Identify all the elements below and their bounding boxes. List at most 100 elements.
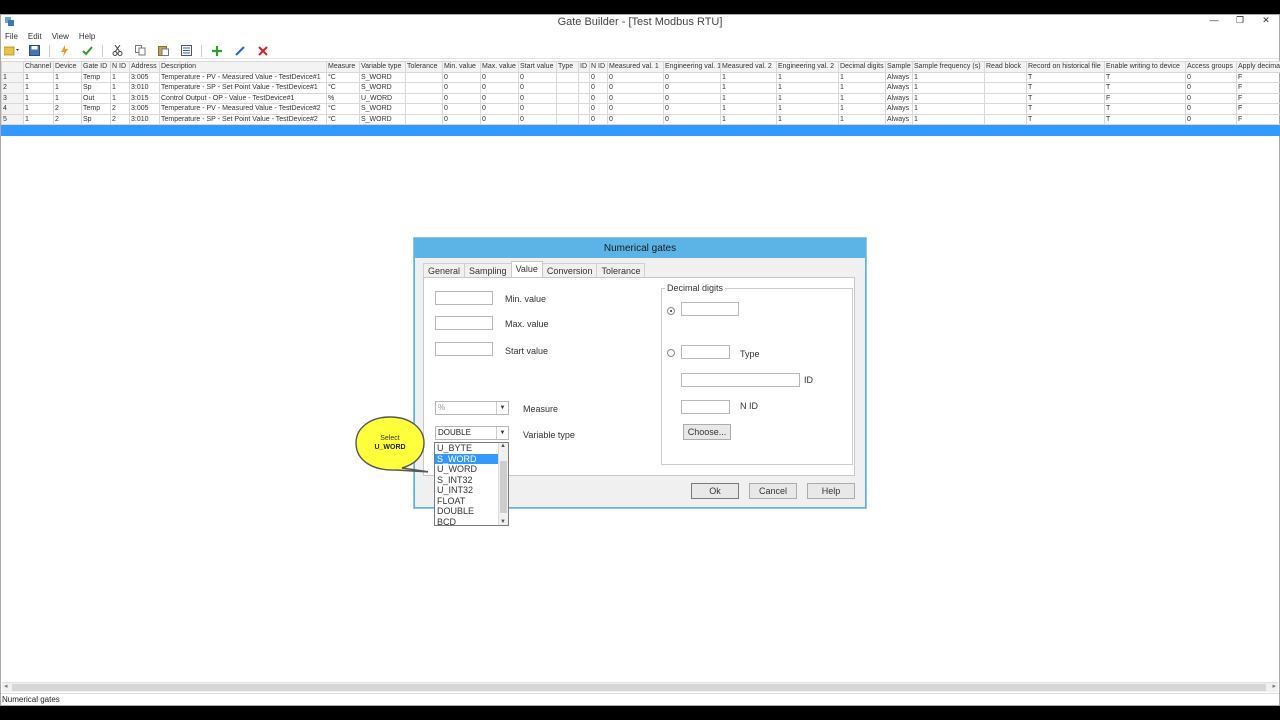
- lightning-icon[interactable]: [56, 44, 73, 57]
- grid-cell[interactable]: [607, 124, 664, 136]
- grid-cell[interactable]: 0: [589, 103, 608, 115]
- grid-cell[interactable]: Always: [885, 71, 913, 83]
- grid-cell[interactable]: Temperature - SP - Set Point Value - Tes…: [159, 113, 327, 125]
- grid-cell[interactable]: 1: [776, 103, 839, 115]
- grid-cell[interactable]: F: [1236, 92, 1280, 104]
- grid-cell[interactable]: 1: [720, 92, 777, 104]
- grid-cell[interactable]: Always: [885, 103, 913, 115]
- column-header[interactable]: Read block: [984, 61, 1027, 73]
- row-number[interactable]: 4: [1, 103, 24, 115]
- minimize-button[interactable]: —: [1207, 15, 1221, 26]
- column-header[interactable]: Start value: [518, 61, 557, 73]
- grid-cell[interactable]: 0: [442, 113, 481, 125]
- add-icon[interactable]: [208, 44, 225, 57]
- grid-cell[interactable]: [1, 124, 24, 136]
- grid-cell[interactable]: [129, 124, 160, 136]
- option-s-word[interactable]: S_WORD: [435, 453, 498, 464]
- grid-cell[interactable]: 3:005: [129, 71, 160, 83]
- grid-cell[interactable]: T: [1104, 82, 1186, 94]
- grid-cell[interactable]: [480, 124, 519, 136]
- grid-cell[interactable]: T: [1026, 113, 1105, 125]
- grid-cell[interactable]: 1: [776, 71, 839, 83]
- grid-cell[interactable]: S_WORD: [359, 103, 406, 115]
- max-value-input[interactable]: [435, 316, 493, 330]
- grid-cell[interactable]: 1: [912, 82, 985, 94]
- column-header[interactable]: Address: [129, 61, 160, 73]
- grid-cell[interactable]: [984, 124, 1027, 136]
- grid-cell[interactable]: Control Output - OP - Value - TestDevice…: [159, 92, 327, 104]
- close-button[interactable]: ✕: [1259, 15, 1273, 26]
- ok-button[interactable]: Ok: [691, 483, 739, 499]
- table-row[interactable]: 5 1 2 Sp 2 3:010 Temperature - SP - Set Point …: [1, 113, 1280, 125]
- grid-cell[interactable]: [578, 103, 590, 115]
- grid-cell[interactable]: [556, 124, 579, 136]
- grid-cell[interactable]: 0: [480, 103, 519, 115]
- grid-cell[interactable]: 1: [110, 71, 130, 83]
- grid-cell[interactable]: [776, 124, 839, 136]
- grid-cell[interactable]: 1: [720, 113, 777, 125]
- grid-cell[interactable]: [578, 92, 590, 104]
- column-header[interactable]: N ID: [589, 61, 608, 73]
- column-header[interactable]: Channel: [23, 61, 54, 73]
- grid-cell[interactable]: Temperature - PV - Measured Value - Test…: [159, 103, 327, 115]
- grid-cell[interactable]: T: [1026, 71, 1105, 83]
- grid-cell[interactable]: 1: [912, 113, 985, 125]
- grid-cell[interactable]: 1: [53, 71, 82, 83]
- horizontal-scrollbar[interactable]: ◂ ▸: [2, 682, 1278, 692]
- grid-cell[interactable]: [984, 103, 1027, 115]
- option-u-word[interactable]: U_WORD: [435, 464, 498, 475]
- grid-cell[interactable]: Always: [885, 92, 913, 104]
- grid-cell[interactable]: [578, 113, 590, 125]
- grid-cell[interactable]: 2: [53, 103, 82, 115]
- grid-cell[interactable]: 0: [518, 92, 557, 104]
- grid-cell[interactable]: 0: [589, 82, 608, 94]
- grid-cell[interactable]: [578, 124, 590, 136]
- grid-cell[interactable]: [885, 124, 913, 136]
- grid-cell[interactable]: °C: [326, 82, 360, 94]
- grid-cell[interactable]: 1: [53, 82, 82, 94]
- grid-cell[interactable]: °C: [326, 113, 360, 125]
- grid-cell[interactable]: S_WORD: [359, 82, 406, 94]
- grid-cell[interactable]: [556, 82, 579, 94]
- column-header[interactable]: Measured val. 2: [720, 61, 777, 73]
- grid-cell[interactable]: 0: [480, 82, 519, 94]
- edit-icon[interactable]: [231, 44, 248, 57]
- id-input[interactable]: [681, 373, 800, 387]
- column-header[interactable]: Device: [53, 61, 82, 73]
- grid-cell[interactable]: %: [326, 92, 360, 104]
- tab-conversion[interactable]: Conversion: [541, 263, 598, 277]
- column-header[interactable]: Record on historical file: [1026, 61, 1105, 73]
- table-row[interactable]: 3 1 1 Out 1 3:015 Control Output - OP - Value …: [1, 92, 1280, 104]
- nid-input[interactable]: [681, 400, 730, 414]
- grid-cell[interactable]: Always: [885, 82, 913, 94]
- grid-cell[interactable]: 0: [607, 113, 664, 125]
- tab-value[interactable]: Value: [510, 261, 543, 277]
- grid-cell[interactable]: [110, 124, 130, 136]
- grid-cell[interactable]: 3:005: [129, 103, 160, 115]
- grid-cell[interactable]: [578, 71, 590, 83]
- tab-tolerance[interactable]: Tolerance: [596, 263, 646, 277]
- option-u-int32[interactable]: U_INT32: [435, 485, 498, 496]
- column-header[interactable]: Max. value: [480, 61, 519, 73]
- column-header[interactable]: Sample frequency (s): [912, 61, 985, 73]
- grid-cell[interactable]: 1: [838, 71, 886, 83]
- dropdown-scrollbar[interactable]: ▲ ▼: [498, 443, 508, 525]
- grid-cell[interactable]: 0: [518, 103, 557, 115]
- variable-type-select[interactable]: DOUBLE ▼: [435, 426, 509, 440]
- chevron-down-icon[interactable]: ▼: [496, 427, 508, 439]
- grid-cell[interactable]: [81, 124, 111, 136]
- type-input[interactable]: [681, 345, 730, 359]
- grid-cell[interactable]: [838, 124, 886, 136]
- grid-cell[interactable]: [663, 124, 721, 136]
- grid-cell[interactable]: 2: [110, 113, 130, 125]
- grid-cell[interactable]: [1026, 124, 1105, 136]
- grid-cell[interactable]: 0: [480, 113, 519, 125]
- column-header[interactable]: Engineering val. 1: [663, 61, 721, 73]
- min-value-input[interactable]: [435, 291, 493, 305]
- grid-corner-cell[interactable]: [1, 61, 24, 73]
- grid-cell[interactable]: 0: [663, 113, 721, 125]
- grid-cell[interactable]: 0: [518, 82, 557, 94]
- grid-cell[interactable]: [556, 92, 579, 104]
- grid-cell[interactable]: 0: [589, 92, 608, 104]
- grid-cell[interactable]: 0: [607, 103, 664, 115]
